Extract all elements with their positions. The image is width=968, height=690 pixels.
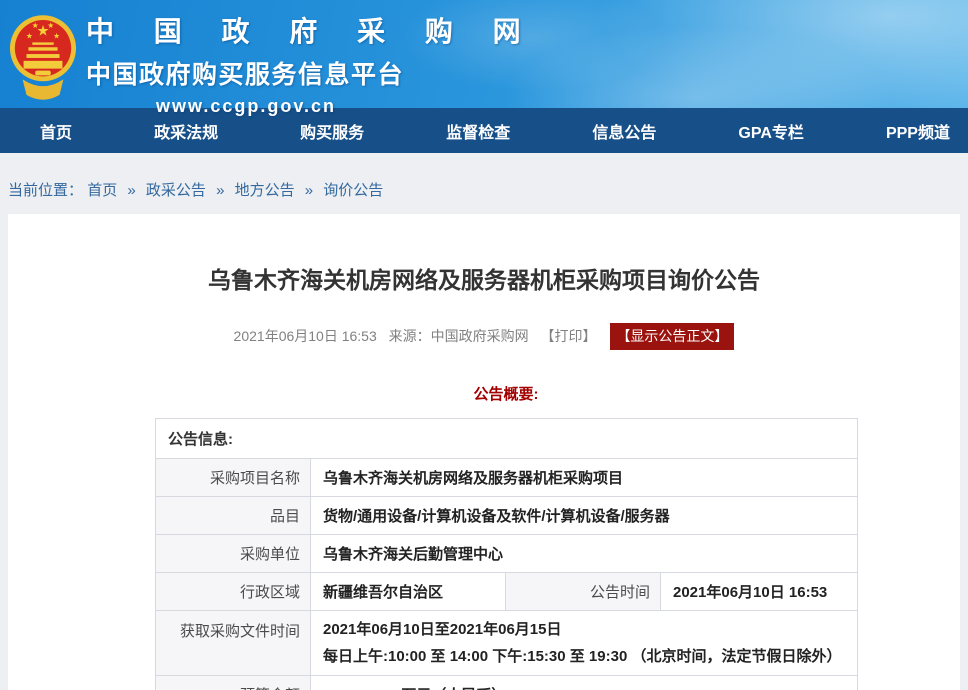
field-label: 采购单位: [156, 535, 311, 573]
page-title: 乌鲁木齐海关机房网络及服务器机柜采购项目询价公告: [8, 264, 960, 296]
site-title: 中 国 政 府 采 购 网: [86, 10, 406, 50]
nav-item-supervision[interactable]: 监督检查: [446, 119, 510, 143]
row-project-name: 采购项目名称 乌鲁木齐海关机房网络及服务器机柜采购项目: [156, 459, 858, 497]
field-label: 公告时间: [506, 573, 661, 611]
breadcrumb-link-inquiry-notices[interactable]: 询价公告: [323, 182, 383, 199]
field-value: 乌鲁木齐海关机房网络及服务器机柜采购项目: [311, 459, 858, 497]
svg-text:★: ★: [32, 21, 39, 30]
breadcrumb-separator: »: [127, 182, 135, 199]
breadcrumb-separator: »: [305, 182, 313, 199]
section-title: 公告信息:: [156, 419, 858, 459]
nav-item-purchase-services[interactable]: 购买服务: [300, 119, 364, 143]
breadcrumb-link-home[interactable]: 首页: [87, 182, 117, 199]
row-purchasing-unit: 采购单位 乌鲁木齐海关后勤管理中心: [156, 535, 858, 573]
meta-source-name: 中国政府采购网: [431, 328, 529, 344]
breadcrumb: 当前位置： 首页 » 政采公告 » 地方公告 » 询价公告: [0, 153, 968, 214]
nav-item-gpa[interactable]: GPA专栏: [738, 119, 804, 143]
show-full-notice-button[interactable]: 【显示公告正文】: [610, 323, 734, 350]
field-label: 行政区域: [156, 573, 311, 611]
content-panel: 乌鲁木齐海关机房网络及服务器机柜采购项目询价公告 2021年06月10日 16:…: [8, 214, 960, 690]
article-meta: 2021年06月10日 16:53 来源：中国政府采购网 【打印】 【显示公告正…: [8, 323, 960, 350]
site-subtitle: 中国政府购买服务信息平台: [86, 55, 406, 91]
notice-info-table: 公告信息: 采购项目名称 乌鲁木齐海关机房网络及服务器机柜采购项目 品目 货物/…: [155, 418, 858, 690]
breadcrumb-link-local-notices[interactable]: 地方公告: [235, 182, 295, 199]
breadcrumb-link-procurement-notices[interactable]: 政采公告: [146, 182, 206, 199]
table-section-header: 公告信息:: [156, 419, 858, 459]
field-label: 品目: [156, 497, 311, 535]
site-url: www.ccgp.gov.cn: [86, 96, 406, 117]
field-value: 2021年06月10日 16:53: [661, 573, 858, 611]
svg-text:★: ★: [47, 21, 54, 30]
summary-heading: 公告概要:: [155, 383, 857, 404]
field-value: 新疆维吾尔自治区: [311, 573, 506, 611]
field-label: 获取采购文件时间: [156, 611, 311, 676]
doc-time-line2: 每日上午:10:00 至 14:00 下午:15:30 至 19:30 （北京时…: [323, 643, 845, 670]
doc-time-line1: 2021年06月10日至2021年06月15日: [323, 616, 845, 643]
nav-item-ppp[interactable]: PPP频道: [886, 119, 950, 143]
row-doc-obtain-time: 获取采购文件时间 2021年06月10日至2021年06月15日 每日上午:10…: [156, 611, 858, 676]
nav-item-announcements[interactable]: 信息公告: [592, 119, 656, 143]
field-value: 2021年06月10日至2021年06月15日 每日上午:10:00 至 14:…: [311, 611, 858, 676]
national-emblem-icon: ★ ★ ★ ★ ★: [9, 8, 77, 109]
svg-text:★: ★: [26, 32, 33, 41]
breadcrumb-separator: »: [216, 182, 224, 199]
nav-item-home[interactable]: 首页: [40, 119, 72, 143]
field-label: 预算金额: [156, 676, 311, 690]
svg-text:★: ★: [53, 32, 60, 41]
print-button[interactable]: 【打印】: [541, 328, 597, 344]
field-value: 货物/通用设备/计算机设备及软件/计算机设备/服务器: [311, 497, 858, 535]
row-category: 品目 货物/通用设备/计算机设备及软件/计算机设备/服务器: [156, 497, 858, 535]
field-label: 采购项目名称: [156, 459, 311, 497]
field-value: 乌鲁木齐海关后勤管理中心: [311, 535, 858, 573]
row-region-and-announce-time: 行政区域 新疆维吾尔自治区 公告时间 2021年06月10日 16:53: [156, 573, 858, 611]
nav-item-regulations[interactable]: 政采法规: [154, 119, 218, 143]
row-budget: 预算金额 ¥11.000000万元（人民币）: [156, 676, 858, 690]
meta-datetime: 2021年06月10日 16:53: [234, 328, 377, 344]
breadcrumb-label: 当前位置：: [8, 182, 83, 199]
meta-source-label: 来源：: [389, 328, 431, 344]
field-value: ¥11.000000万元（人民币）: [311, 676, 858, 690]
site-banner: ★ ★ ★ ★ ★ 中 国 政 府 采 购 网 中国政府购买服务信息平台 www…: [0, 0, 968, 108]
